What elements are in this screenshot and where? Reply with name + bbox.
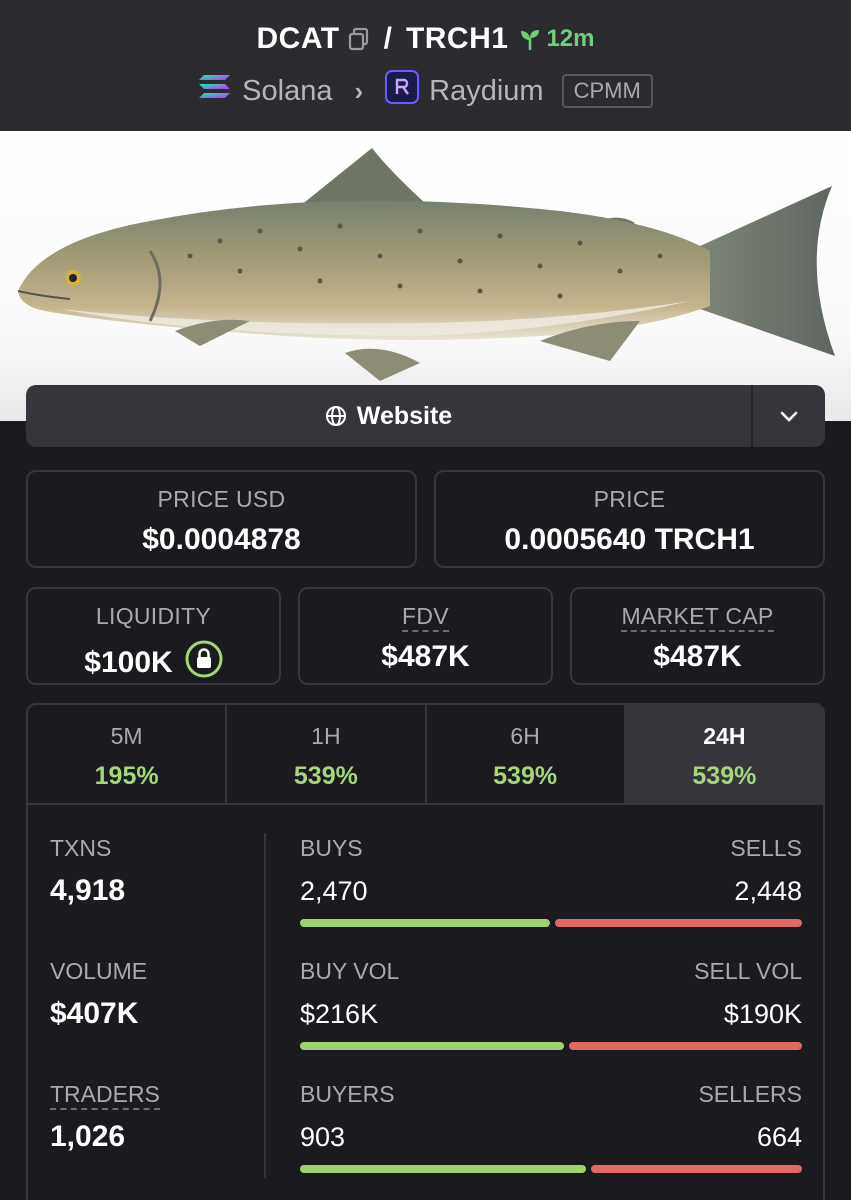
volume-label: VOLUME — [50, 958, 148, 984]
traders-value: 1,026 — [50, 1120, 126, 1153]
liquidity-value: $100K — [84, 646, 173, 679]
sell-vol-label: SELL VOL — [694, 958, 802, 984]
buy-vol-value: $216K — [300, 999, 379, 1029]
traders-label[interactable]: TRADERS — [50, 1081, 160, 1110]
pair-age-value: 12m — [546, 25, 595, 52]
liquidity-value-row: $100K — [28, 640, 279, 686]
solana-icon — [198, 73, 232, 109]
chain-link[interactable]: Solana — [242, 75, 332, 108]
sells-value: 2,448 — [734, 876, 802, 906]
dex-link[interactable]: Raydium — [429, 75, 543, 108]
buys-bar — [300, 919, 550, 927]
buyers-bar — [300, 1165, 587, 1173]
buys-value: 2,470 — [300, 876, 368, 906]
tab-label: 5M — [110, 723, 143, 749]
buyers-value: 903 — [300, 1122, 346, 1152]
txns-value: 4,918 — [50, 874, 126, 907]
tab-change: 539% — [493, 762, 558, 790]
tab-24h[interactable]: 24H 539% — [625, 705, 823, 803]
market-cap-card: MARKET CAP $487K — [570, 587, 825, 685]
price-usd-label: PRICE USD — [157, 486, 286, 512]
copy-icon[interactable] — [348, 27, 370, 51]
traders-block: BUYERS SELLERS 903 664 — [300, 1081, 802, 1200]
pair-title-row: DCAT / TRCH1 12m — [0, 22, 851, 56]
base-token-symbol: DCAT — [256, 22, 340, 55]
raydium-icon — [385, 70, 420, 112]
price-native-label: PRICE — [593, 486, 666, 512]
pool-type-badge: CPMM — [561, 74, 653, 108]
timeframe-tabs: 5M 195% 1H 539% 6H 539% 24H 539% — [28, 705, 823, 805]
fdv-value: $487K — [381, 640, 470, 673]
buys-sells-ratio-bar — [300, 919, 802, 927]
totals-column: TXNS 4,918 VOLUME $407K TRADERS 1,026 — [50, 835, 250, 1200]
column-divider — [264, 833, 266, 1178]
sellers-bar — [591, 1165, 802, 1173]
sell-vol-bar — [569, 1042, 802, 1050]
buys-label: BUYS — [300, 835, 363, 861]
sells-label: SELLS — [730, 835, 802, 861]
lock-icon[interactable] — [185, 640, 223, 686]
tab-label: 6H — [510, 723, 540, 749]
buyers-label: BUYERS — [300, 1081, 395, 1107]
fdv-label[interactable]: FDV — [402, 603, 449, 632]
price-usd-value: $0.0004878 — [142, 523, 301, 556]
tab-6h[interactable]: 6H 539% — [427, 705, 626, 803]
tab-change: 539% — [692, 762, 757, 790]
buy-vol-label: BUY VOL — [300, 958, 400, 984]
website-label: Website — [356, 401, 453, 430]
chevron-right-icon: › — [354, 75, 364, 106]
volume-ratio-bar — [300, 1042, 802, 1050]
sell-vol-value: $190K — [723, 999, 802, 1029]
breadcrumb: Solana › Raydium CPMM — [0, 70, 851, 112]
price-native-card: PRICE 0.0005640 TRCH1 — [434, 470, 825, 568]
txns-label: TXNS — [50, 835, 112, 861]
market-cap-value: $487K — [653, 640, 742, 673]
globe-icon — [325, 406, 346, 426]
pair-separator: / — [383, 22, 392, 55]
volume-value: $407K — [50, 997, 139, 1030]
liquidity-label: LIQUIDITY — [95, 603, 212, 629]
tab-label: 24H — [703, 723, 746, 749]
quote-token-symbol: TRCH1 — [405, 22, 509, 55]
pair-header: DCAT / TRCH1 12m Solana › Raydium CPMM — [0, 0, 851, 131]
price-native-value: 0.0005640 TRCH1 — [504, 523, 755, 556]
liquidity-card: LIQUIDITY $100K — [26, 587, 281, 685]
stats-panel: 5M 195% 1H 539% 6H 539% 24H 539% TXNS 4,… — [26, 703, 825, 1200]
sprout-icon — [521, 30, 540, 51]
sells-bar — [554, 919, 802, 927]
tab-change: 195% — [94, 762, 159, 790]
buys-sells-block: BUYS SELLS 2,470 2,448 — [300, 835, 802, 958]
price-usd-card: PRICE USD $0.0004878 — [26, 470, 417, 568]
breakdown-column: BUYS SELLS 2,470 2,448 BUY VOL SELL VOL … — [300, 835, 802, 1200]
tab-change: 539% — [293, 762, 358, 790]
buy-vol-bar — [300, 1042, 565, 1050]
tab-1h[interactable]: 1H 539% — [227, 705, 427, 803]
chevron-down-icon — [780, 411, 798, 422]
fdv-card: FDV $487K — [298, 587, 553, 685]
links-dropdown-button[interactable] — [753, 385, 825, 447]
website-link-bar: Website — [26, 385, 825, 447]
tab-5m[interactable]: 5M 195% — [28, 705, 228, 803]
sellers-label: SELLERS — [698, 1081, 802, 1107]
token-banner-image — [0, 131, 851, 421]
sellers-value: 664 — [756, 1122, 802, 1152]
traders-ratio-bar — [300, 1165, 802, 1173]
tab-label: 1H — [311, 723, 341, 749]
website-button[interactable]: Website — [26, 385, 753, 447]
pair-age: 12m — [518, 25, 595, 53]
market-cap-label[interactable]: MARKET CAP — [621, 603, 774, 632]
volume-block: BUY VOL SELL VOL $216K $190K — [300, 958, 802, 1081]
